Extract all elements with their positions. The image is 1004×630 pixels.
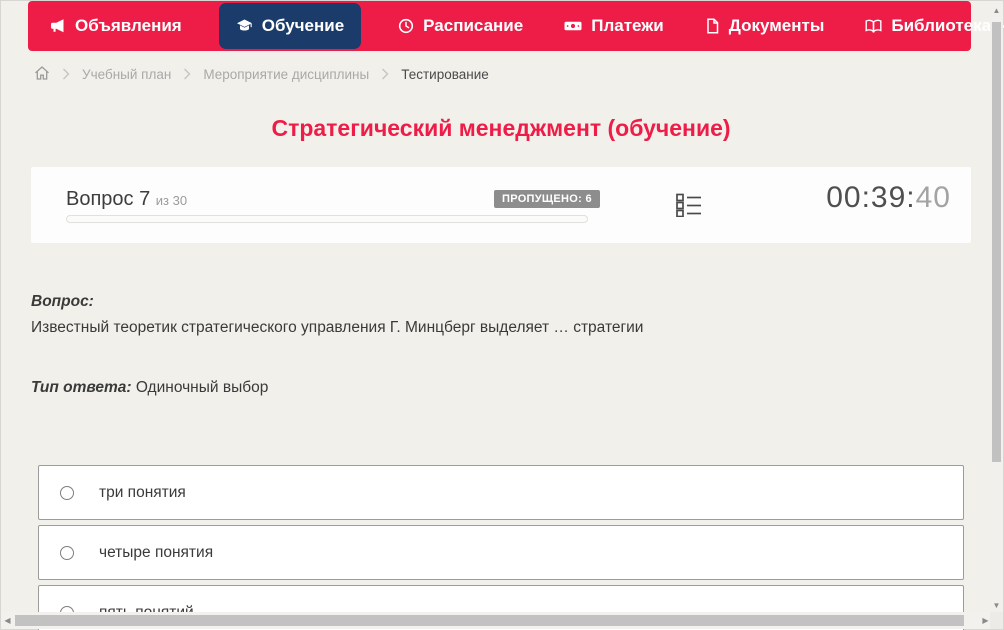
graduation-cap-icon <box>236 18 253 34</box>
nav-item-label: Библиотека <box>891 16 992 35</box>
radio-button-icon[interactable] <box>60 545 74 560</box>
question-number-label: Вопрос 7 <box>66 188 151 210</box>
nav-item-payments[interactable]: Платежи <box>560 3 668 49</box>
nav-item-schedule[interactable]: Расписание <box>394 3 527 49</box>
timer-seconds: 40 <box>915 181 951 214</box>
answer-type-value: Одиночный выбор <box>135 379 269 396</box>
question-text: Известный теоретик стратегического управ… <box>31 319 644 336</box>
book-icon <box>865 18 882 34</box>
nav-item-documents[interactable]: Документы <box>701 3 829 49</box>
banknote-icon <box>564 18 582 34</box>
nav-item-label: Обучение <box>261 16 345 35</box>
vertical-scrollbar-thumb[interactable] <box>992 22 1001 462</box>
nav-item-label: Объявления <box>75 16 182 35</box>
answer-type-line: Тип ответа: Одиночный выбор <box>31 379 268 397</box>
nav-item-label: Платежи <box>591 16 664 35</box>
horizontal-scrollbar[interactable]: ◀ ▶ <box>1 612 992 629</box>
answer-option[interactable]: четыре понятия <box>38 525 964 580</box>
answer-option-label: три понятия <box>99 483 186 501</box>
answer-option[interactable]: три понятия <box>38 465 964 520</box>
question-number: Вопрос 7 из 30 <box>66 188 187 211</box>
nav-item-announcements[interactable]: Объявления <box>46 3 186 49</box>
breadcrumb-item-discipline-event[interactable]: Мероприятие дисциплины <box>203 67 369 82</box>
megaphone-icon <box>50 18 66 34</box>
scrollbar-corner <box>990 612 1003 629</box>
breadcrumb-separator-icon <box>381 68 389 80</box>
vertical-scrollbar[interactable]: ▲ ▼ <box>990 1 1003 614</box>
question-heading: Вопрос: <box>31 293 94 310</box>
scroll-left-arrow-icon[interactable]: ◀ <box>1 612 14 629</box>
scroll-up-arrow-icon[interactable]: ▲ <box>990 3 1003 17</box>
quiz-page: { "nav": { "items": [ { "label": "Объявл… <box>0 0 1004 630</box>
breadcrumb-item-curriculum[interactable]: Учебный план <box>82 67 171 82</box>
breadcrumb-separator-icon <box>183 68 191 80</box>
breadcrumb: Учебный план Мероприятие дисциплины Тест… <box>34 64 489 84</box>
nav-item-label: Расписание <box>423 16 524 35</box>
timer-hours-minutes: 00:39: <box>826 181 916 214</box>
radio-button-icon[interactable] <box>60 485 74 500</box>
home-icon[interactable] <box>34 65 50 84</box>
nav-item-training[interactable]: Обучение <box>218 3 362 49</box>
page-title: Стратегический менеджмент (обучение) <box>271 115 731 141</box>
scroll-down-arrow-icon[interactable]: ▼ <box>990 598 1003 612</box>
answer-option-label: четыре понятия <box>99 543 214 561</box>
question-list-icon[interactable] <box>676 193 702 222</box>
timer: 00:39:40 <box>826 181 951 215</box>
main-navbar: Объявления Обучение Расписание Платежи Д… <box>28 1 1004 51</box>
question-progress-bar <box>66 215 588 223</box>
nav-item-library[interactable]: Библиотека <box>861 3 1004 49</box>
breadcrumb-separator-icon <box>62 68 70 80</box>
breadcrumb-item-testing: Тестирование <box>401 66 489 82</box>
question-total-label: из 30 <box>155 193 188 208</box>
answer-type-label: Тип ответа: <box>31 379 132 396</box>
question-header-panel: Вопрос 7 из 30 ПРОПУЩЕНО: 6 00:39:40 <box>31 167 971 243</box>
skipped-badge: ПРОПУЩЕНО: 6 <box>494 190 600 208</box>
document-icon <box>705 18 720 34</box>
horizontal-scrollbar-thumb[interactable] <box>15 615 964 626</box>
clock-icon <box>398 18 414 34</box>
nav-item-label: Документы <box>728 16 825 35</box>
